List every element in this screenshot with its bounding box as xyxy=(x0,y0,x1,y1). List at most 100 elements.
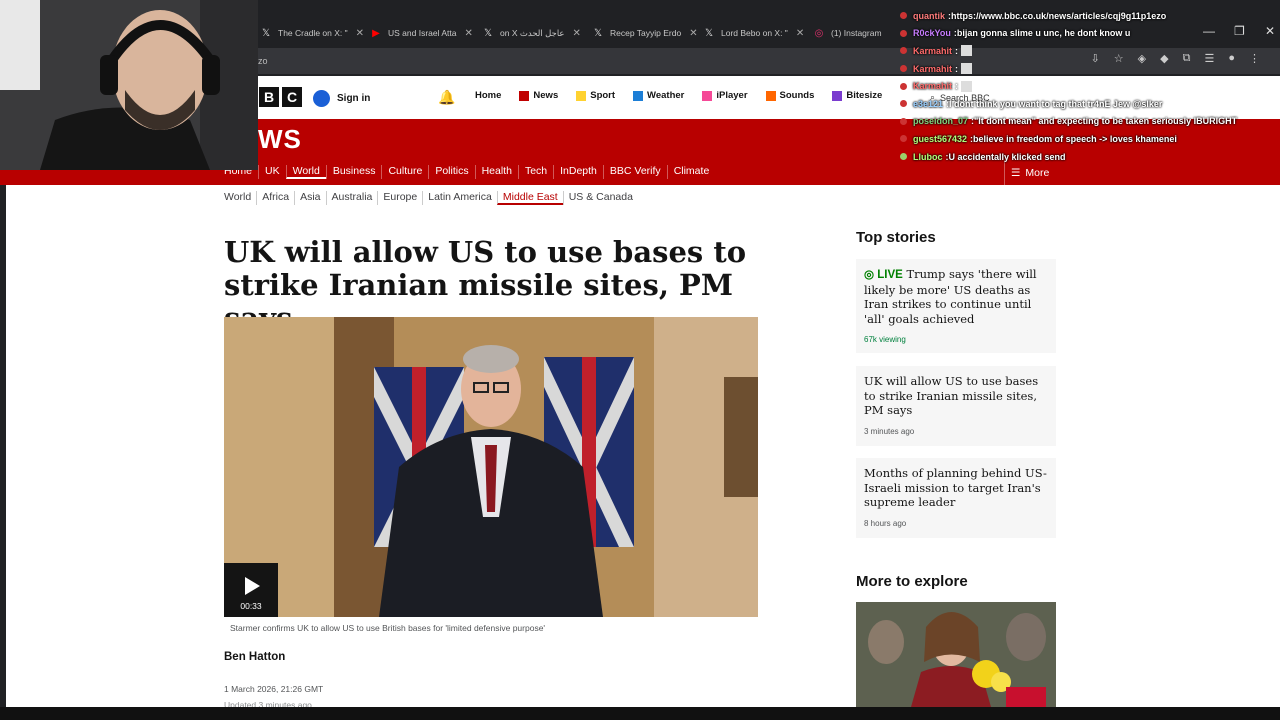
nav-label: Sport xyxy=(590,90,616,101)
live-label: LIVE xyxy=(877,269,903,281)
subnav-world[interactable]: World xyxy=(224,191,256,205)
x-icon: 𝕏 xyxy=(261,27,271,39)
chat-user: quantik xyxy=(913,10,946,21)
emote-icon xyxy=(961,45,973,57)
browser-tab[interactable]: ▶ US and Israel Atta ✕ xyxy=(370,22,473,44)
chat-text: I dont think you want to tag that tr4nE … xyxy=(949,98,1163,109)
chat-user: Karmahit xyxy=(913,45,953,56)
account-icon xyxy=(313,90,330,107)
nav-item-bitesize[interactable]: Bitesize xyxy=(832,90,882,101)
play-button[interactable]: 00:33 xyxy=(224,563,278,617)
close-icon[interactable]: ✕ xyxy=(465,28,473,39)
explore-image[interactable] xyxy=(856,602,1056,707)
news-wordmark[interactable]: WS xyxy=(258,124,302,155)
chat-text: believe in freedom of speech -> loves kh… xyxy=(973,133,1177,144)
story-meta: 3 minutes ago xyxy=(864,426,915,436)
nav-label: Weather xyxy=(647,90,685,101)
video-player[interactable]: 00:33 xyxy=(224,317,758,617)
section-tech[interactable]: Tech xyxy=(517,165,553,179)
chat-message: Lluboc: U accidentally klicked send xyxy=(900,148,1280,166)
section-bbc-verify[interactable]: BBC Verify xyxy=(602,165,667,179)
badge-icon xyxy=(900,82,907,90)
close-icon[interactable]: ✕ xyxy=(796,28,804,39)
address-text[interactable]: zo xyxy=(258,56,268,66)
browser-tab[interactable]: ◎ (1) Instagram xyxy=(813,22,882,44)
nav-label: Sounds xyxy=(779,90,815,101)
browser-tab[interactable]: 𝕏 Lord Bebo on X: " ✕ xyxy=(703,22,804,44)
instagram-icon: ◎ xyxy=(814,27,824,39)
stream-chat: quantik: https://www.bbc.co.uk/news/arti… xyxy=(900,7,1280,165)
video-caption: Starmer confirms UK to allow US to use B… xyxy=(230,623,546,633)
subnav-asia[interactable]: Asia xyxy=(294,191,325,205)
badge-icon xyxy=(900,153,907,161)
section-politics[interactable]: Politics xyxy=(428,165,474,179)
close-icon[interactable]: ✕ xyxy=(572,28,580,39)
more-to-explore-heading: More to explore xyxy=(856,573,968,590)
sport-icon xyxy=(576,90,587,101)
world-subnav: World Africa Asia Australia Europe Latin… xyxy=(224,191,638,205)
subnav-middle-east[interactable]: Middle East xyxy=(496,191,563,205)
play-icon xyxy=(245,577,260,595)
chat-user: Lluboc xyxy=(913,151,943,162)
nav-item-sounds[interactable]: Sounds xyxy=(765,90,815,101)
chat-message: R0ckYou: bijan gonna slime u unc, he don… xyxy=(900,25,1280,43)
iplayer-icon xyxy=(702,90,713,101)
story-meta: 8 hours ago xyxy=(864,518,907,528)
story-title: Months of planning behind US-Israeli mis… xyxy=(864,466,1047,509)
chat-user: Karmahit xyxy=(913,81,953,92)
close-icon[interactable]: ✕ xyxy=(689,28,697,39)
section-business[interactable]: Business xyxy=(325,165,382,179)
top-story-card[interactable]: UK will allow US to use bases to strike … xyxy=(856,366,1056,446)
nav-item-home[interactable]: Home xyxy=(475,90,501,101)
bottom-strip xyxy=(0,707,1280,720)
badge-icon xyxy=(900,117,907,125)
chat-message: Karmahit: xyxy=(900,77,1280,95)
nav-item-sport[interactable]: Sport xyxy=(576,90,615,101)
tab-title: The Cradle on X: " xyxy=(278,28,348,38)
bbc-main-menu: Home News Sport Weather iPlayer Sounds B… xyxy=(475,90,882,101)
section-culture[interactable]: Culture xyxy=(381,165,428,179)
section-indepth[interactable]: InDepth xyxy=(553,165,603,179)
logo-letter: B xyxy=(259,87,279,107)
signin-link[interactable]: Sign in xyxy=(313,90,370,107)
chat-text: https://www.bbc.co.uk/news/articles/cqj9… xyxy=(951,10,1167,21)
nav-label: Home xyxy=(475,90,502,101)
nav-item-iplayer[interactable]: iPlayer xyxy=(702,90,748,101)
browser-tab[interactable]: 𝕏 on X عاجل الحدث ✕ xyxy=(482,22,581,44)
subnav-us-canada[interactable]: US & Canada xyxy=(562,191,638,205)
tab-title: US and Israel Atta xyxy=(388,28,457,38)
top-story-card[interactable]: Months of planning behind US-Israeli mis… xyxy=(856,458,1056,538)
section-uk[interactable]: UK xyxy=(258,165,286,179)
tab-title: on X عاجل الحدث xyxy=(500,27,565,38)
emote-icon xyxy=(961,80,973,92)
subnav-australia[interactable]: Australia xyxy=(325,191,378,205)
nav-item-weather[interactable]: Weather xyxy=(633,90,684,101)
bell-icon[interactable]: 🔔 xyxy=(438,89,455,106)
chat-user: poseidon_07 xyxy=(913,116,969,127)
badge-icon xyxy=(900,65,907,73)
subnav-africa[interactable]: Africa xyxy=(256,191,294,205)
chat-message: poseidon_07: "It dont mean" and expectin… xyxy=(900,113,1280,131)
chat-text: U accidentally klicked send xyxy=(948,151,1066,162)
tab-title: (1) Instagram xyxy=(831,28,882,38)
video-frame xyxy=(224,317,758,617)
browser-tab[interactable]: 𝕏 The Cradle on X: " ✕ xyxy=(260,22,364,44)
close-icon[interactable]: ✕ xyxy=(356,28,364,39)
section-health[interactable]: Health xyxy=(474,165,518,179)
more-label: More xyxy=(1025,166,1050,179)
logo-letter: C xyxy=(282,87,302,107)
subnav-latin-america[interactable]: Latin America xyxy=(422,191,497,205)
webcam-feed xyxy=(0,0,258,170)
top-story-card[interactable]: ◎ LIVE Trump says 'there will likely be … xyxy=(856,259,1056,353)
nav-item-news[interactable]: News xyxy=(519,90,558,101)
chat-message: Karmahit: xyxy=(900,42,1280,60)
section-climate[interactable]: Climate xyxy=(666,165,716,179)
chat-user: Karmahit xyxy=(913,63,953,74)
badge-icon xyxy=(900,135,907,143)
webcam-overlay xyxy=(0,0,258,170)
subnav-europe[interactable]: Europe xyxy=(377,191,422,205)
live-badge: ◎ LIVE xyxy=(864,269,903,281)
news-icon xyxy=(519,90,530,101)
browser-tab[interactable]: 𝕏 Recep Tayyip Erdo ✕ xyxy=(592,22,698,44)
section-world[interactable]: World xyxy=(285,165,326,179)
